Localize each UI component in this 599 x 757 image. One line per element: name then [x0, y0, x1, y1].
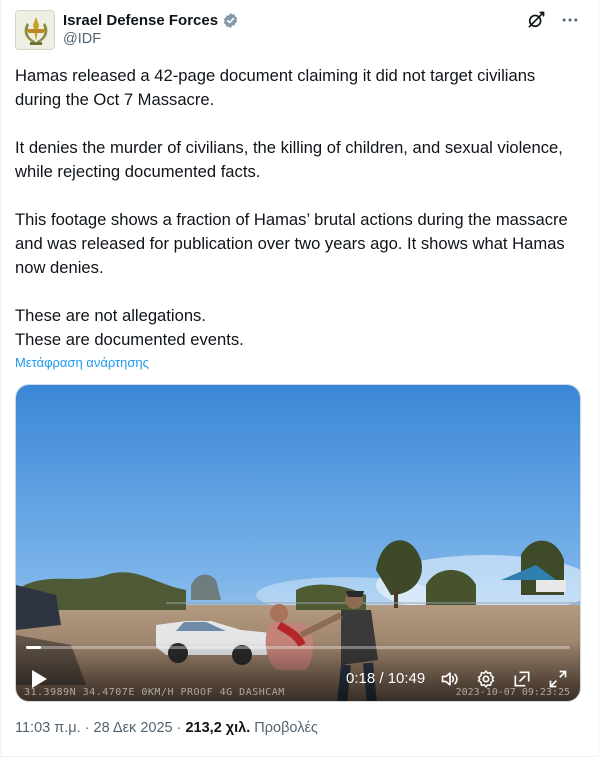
post-line: These are not allegations. [15, 306, 206, 325]
video-progress-fill [26, 646, 42, 649]
more-icon[interactable] [560, 10, 580, 30]
volume-icon[interactable] [440, 669, 460, 689]
avatar[interactable] [15, 10, 55, 50]
grok-icon[interactable] [526, 10, 546, 30]
fullscreen-icon[interactable] [548, 669, 568, 689]
verified-badge-icon[interactable] [222, 12, 239, 29]
idf-emblem-icon [16, 11, 54, 49]
video-time: 0:18 / 10:49 [346, 670, 426, 687]
views-label: Προβολές [250, 720, 318, 736]
author-handle[interactable]: @IDF [63, 31, 101, 47]
video-progress-bar[interactable] [26, 646, 570, 649]
views-count: 213,2 χιλ. [185, 720, 251, 736]
play-icon[interactable] [30, 669, 48, 689]
post-meta: 11:03 π.μ. · 28 Δεκ 2025 · 213,2 χιλ. Πρ… [15, 720, 318, 736]
author-name-row[interactable]: Israel Defense Forces [63, 10, 239, 30]
post-text: Hamas released a 42-page document claimi… [15, 64, 585, 352]
post-card: Israel Defense Forces @IDF Hamas release… [0, 0, 599, 757]
settings-gear-icon[interactable] [476, 669, 496, 689]
post-timestamp[interactable]: 11:03 π.μ. · 28 Δεκ 2025 · [15, 720, 185, 736]
post-paragraph: Hamas released a 42-page document claimi… [15, 66, 536, 109]
top-actions [526, 10, 580, 30]
popout-icon[interactable] [512, 669, 532, 689]
dashcam-overlay-left: 31.3989N 34.4707E 0KM/H PROOF 4G DASHCAM [24, 687, 285, 698]
video-player[interactable]: 31.3989N 34.4707E 0KM/H PROOF 4G DASHCAM… [15, 384, 581, 702]
post-line: These are documented events. [15, 330, 244, 349]
post-paragraph: It denies the murder of civilians, the k… [15, 138, 563, 181]
author-display-name[interactable]: Israel Defense Forces [63, 12, 218, 29]
translate-post-link[interactable]: Μετάφραση ανάρτησης [15, 355, 149, 370]
post-paragraph: This footage shows a fraction of Hamas’ … [15, 210, 568, 277]
